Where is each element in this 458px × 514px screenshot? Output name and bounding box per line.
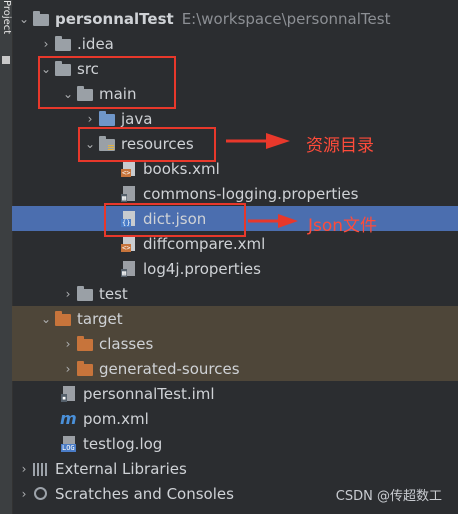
arrow-to-resources: [226, 133, 290, 149]
arrow-to-dict-json: [248, 214, 298, 228]
annotation-json-note: Json文件: [308, 216, 378, 236]
watermark: CSDN @传超数工: [335, 489, 442, 504]
annotation-arrows: [226, 133, 298, 228]
annotation-resources-note: 资源目录: [306, 136, 374, 156]
